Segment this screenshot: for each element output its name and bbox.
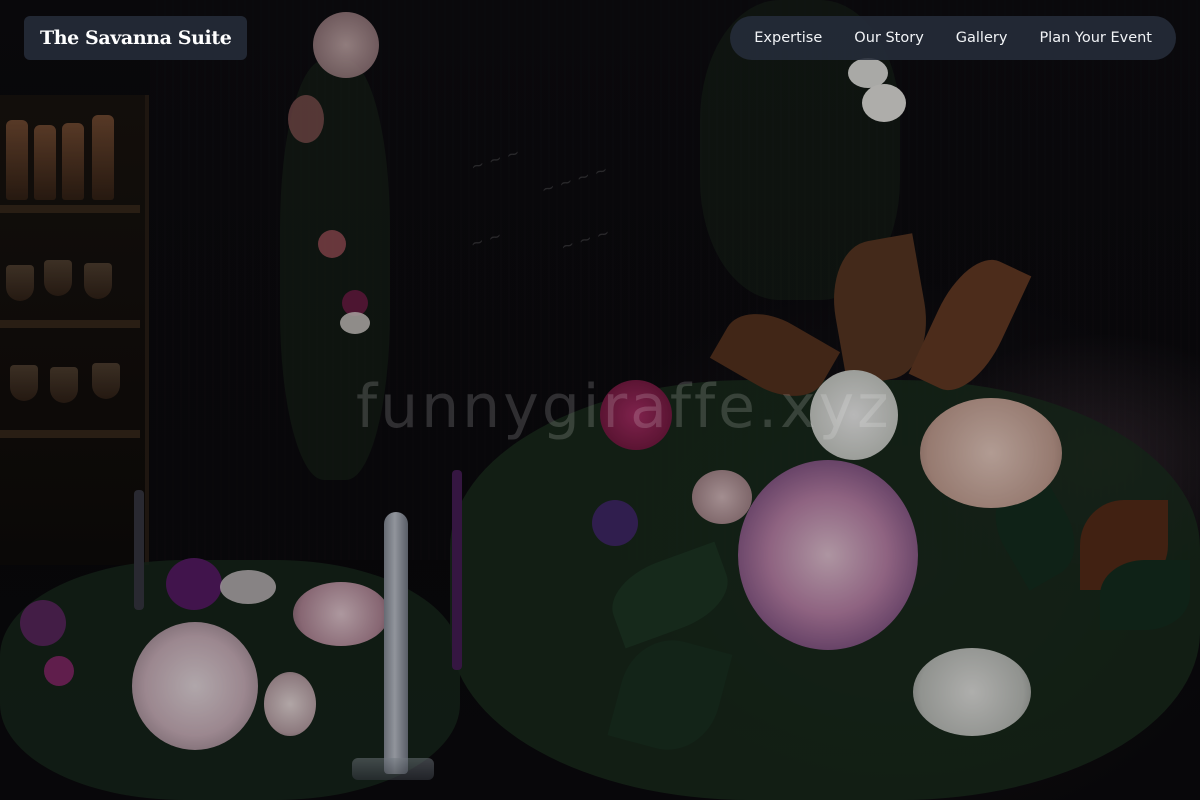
- nav-link-gallery[interactable]: Gallery: [940, 30, 1024, 46]
- watermark-text: funnygiraffe.xyz: [356, 372, 892, 442]
- main-nav: Expertise Our Story Gallery Plan Your Ev…: [730, 16, 1176, 60]
- nav-link-our-story[interactable]: Our Story: [838, 30, 939, 46]
- brand-name: The Savanna Suite: [40, 27, 232, 49]
- nav-link-expertise[interactable]: Expertise: [738, 30, 838, 46]
- nav-link-plan-your-event[interactable]: Plan Your Event: [1023, 30, 1168, 46]
- brand-logo[interactable]: The Savanna Suite: [24, 16, 248, 60]
- hero-image: ~ ~ ~ ~ ~ ~ ~ ~ ~ ~ ~ ~ funnygiraffe.xyz: [0, 0, 1200, 800]
